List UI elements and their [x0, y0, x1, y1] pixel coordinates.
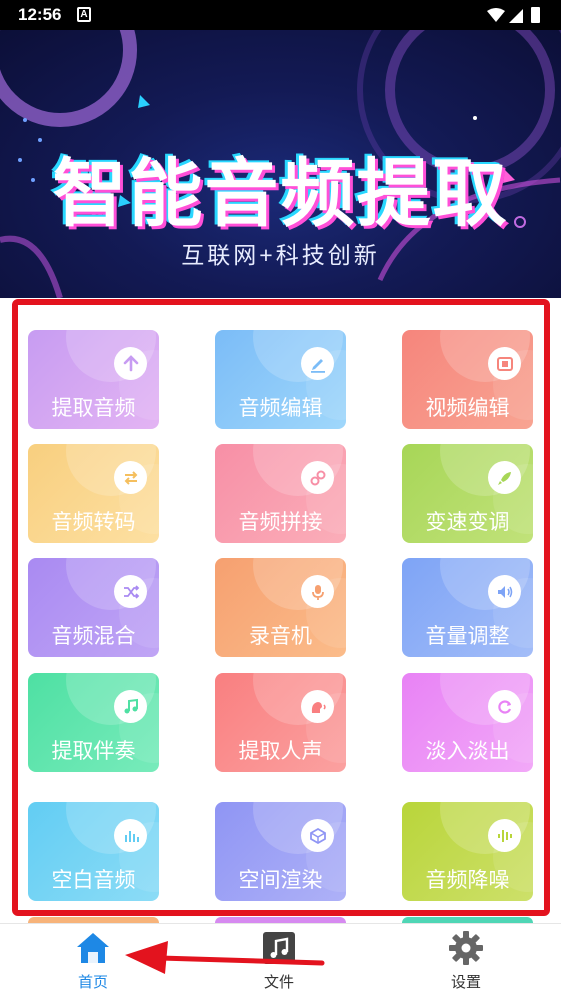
- cube-icon: [301, 819, 334, 852]
- signal-icon: [509, 9, 523, 23]
- film-icon: [488, 347, 521, 380]
- home-icon: [77, 933, 109, 963]
- edit-icon: [301, 347, 334, 380]
- tile-label: 音频混合: [51, 625, 136, 648]
- tile-label: 录音机: [249, 625, 312, 648]
- gear-icon: [449, 931, 483, 965]
- nav-home[interactable]: 首页: [33, 924, 153, 996]
- nav-files-label: 文件: [263, 974, 294, 991]
- tile-label: 音频编辑: [238, 397, 323, 420]
- refresh-icon: [488, 690, 521, 723]
- battery-icon: [531, 7, 540, 23]
- shuffle-icon: [114, 575, 147, 608]
- tile-label: 音量调整: [425, 625, 510, 648]
- status-bar: 12:56 A: [0, 0, 561, 30]
- link-icon: [301, 461, 334, 494]
- microphone-icon: [301, 575, 334, 608]
- tile-label: 淡入淡出: [425, 740, 510, 763]
- nav-home-label: 首页: [77, 974, 108, 991]
- tile-label: 提取人声: [238, 740, 323, 763]
- music-file-icon: [263, 932, 295, 964]
- banner-subtitle: 互联网+科技创新: [181, 242, 380, 268]
- equalizer-icon: [114, 819, 147, 852]
- nav-settings-label: 设置: [450, 974, 481, 991]
- bottom-nav: 首页 文件 设置: [0, 923, 561, 996]
- status-icons: [487, 7, 540, 23]
- voice-icon: [301, 690, 334, 723]
- nav-files[interactable]: 文件: [219, 924, 339, 996]
- tile-label: 变速变调: [425, 511, 510, 534]
- tile-label: 音频拼接: [238, 511, 323, 534]
- nav-settings[interactable]: 设置: [406, 924, 526, 996]
- tile-label: 空白音频: [51, 869, 136, 892]
- music-note-icon: [114, 690, 147, 723]
- tile-label: 音频降噪: [425, 869, 510, 892]
- arrow-up-icon: [114, 347, 147, 380]
- tile-label: 音频转码: [51, 511, 136, 534]
- tile-label: 视频编辑: [425, 397, 510, 420]
- tile-label: 空间渲染: [238, 869, 323, 892]
- waveform-icon: [488, 819, 521, 852]
- promo-banner[interactable]: 智能音频提取 互联网+科技创新: [0, 30, 561, 298]
- tile-label: 提取伴奏: [51, 740, 136, 763]
- wifi-icon: [487, 8, 505, 22]
- tile-label: 提取音频: [51, 397, 136, 420]
- notification-icon: A: [77, 7, 91, 22]
- banner-title: 智能音频提取: [52, 151, 509, 237]
- swap-icon: [114, 461, 147, 494]
- rocket-icon: [488, 461, 521, 494]
- volume-icon: [488, 575, 521, 608]
- status-time: 12:56: [18, 5, 62, 24]
